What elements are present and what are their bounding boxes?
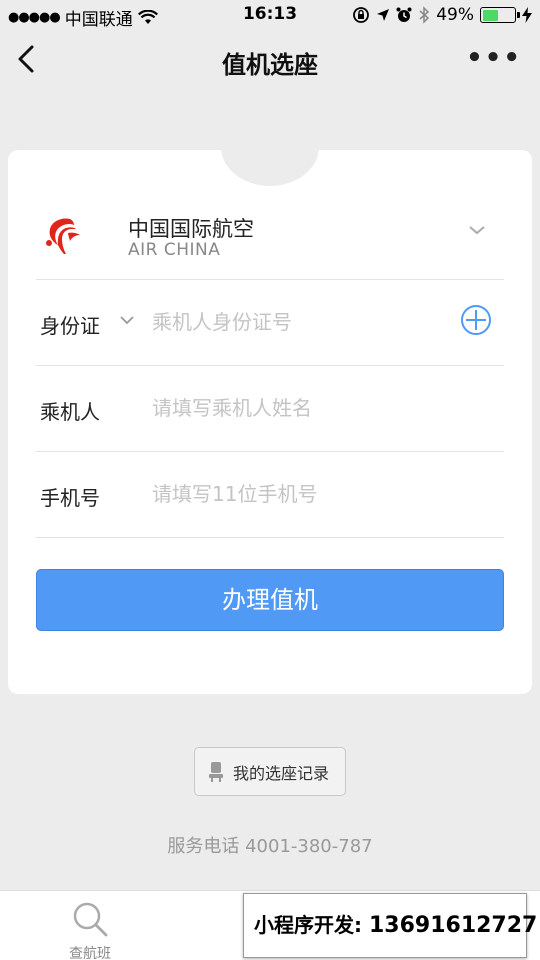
nav-bar: 值机选座 ••• bbox=[0, 30, 540, 90]
air-china-logo-icon bbox=[46, 218, 80, 254]
seat-records-label: 我的选座记录 bbox=[233, 763, 330, 783]
developer-watermark: 小程序开发: 13691612727 bbox=[243, 893, 537, 958]
seat-records-button[interactable]: 我的选座记录 bbox=[194, 747, 346, 796]
bluetooth-icon bbox=[419, 6, 430, 24]
id-row: 身份证 bbox=[36, 280, 504, 366]
tab-label: 查航班 bbox=[69, 946, 111, 960]
phone-label: 手机号 bbox=[40, 486, 100, 510]
battery-level bbox=[482, 9, 498, 21]
location-icon bbox=[377, 9, 390, 21]
passenger-row: 乘机人 bbox=[36, 366, 504, 452]
watermark-prefix: 小程序开发: bbox=[254, 913, 362, 937]
airline-name: 中国国际航空 bbox=[128, 217, 254, 241]
service-phone: 服务电话 4001-380-787 bbox=[167, 836, 373, 857]
more-icon[interactable]: ••• bbox=[466, 45, 522, 71]
checkin-card: 中国国际航空 AIR CHINA 身份证 乘机人 手机号 办理值机 bbox=[8, 108, 532, 694]
chevron-down-icon[interactable] bbox=[468, 223, 486, 237]
search-icon bbox=[73, 902, 108, 937]
battery-percent: 49% bbox=[436, 5, 474, 25]
id-type-label[interactable]: 身份证 bbox=[40, 310, 100, 339]
phone-row: 手机号 bbox=[36, 452, 504, 538]
battery-icon bbox=[480, 7, 520, 23]
passenger-label: 乘机人 bbox=[40, 400, 100, 424]
charging-icon bbox=[522, 7, 532, 23]
airline-name-en: AIR CHINA bbox=[128, 240, 221, 260]
checkin-button[interactable]: 办理值机 bbox=[36, 569, 504, 631]
status-bar: ●●●●● 中国联通 16:13 49% bbox=[0, 0, 540, 30]
alarm-icon bbox=[396, 7, 412, 22]
rotation-lock-icon bbox=[353, 7, 370, 23]
watermark-number: 13691612727 bbox=[368, 913, 538, 938]
tab-search-flight[interactable]: 查航班 bbox=[0, 891, 180, 960]
chevron-down-icon[interactable] bbox=[120, 315, 134, 325]
passenger-name-input[interactable] bbox=[152, 390, 452, 426]
phone-input[interactable] bbox=[152, 476, 452, 512]
status-right: 49% bbox=[352, 5, 532, 25]
page-title: 值机选座 bbox=[222, 51, 318, 79]
seat-icon bbox=[209, 761, 223, 782]
add-passenger-icon[interactable] bbox=[460, 304, 492, 336]
card-notch bbox=[221, 108, 319, 186]
id-number-input[interactable] bbox=[152, 304, 452, 340]
airline-selector[interactable]: 中国国际航空 AIR CHINA bbox=[36, 195, 504, 280]
